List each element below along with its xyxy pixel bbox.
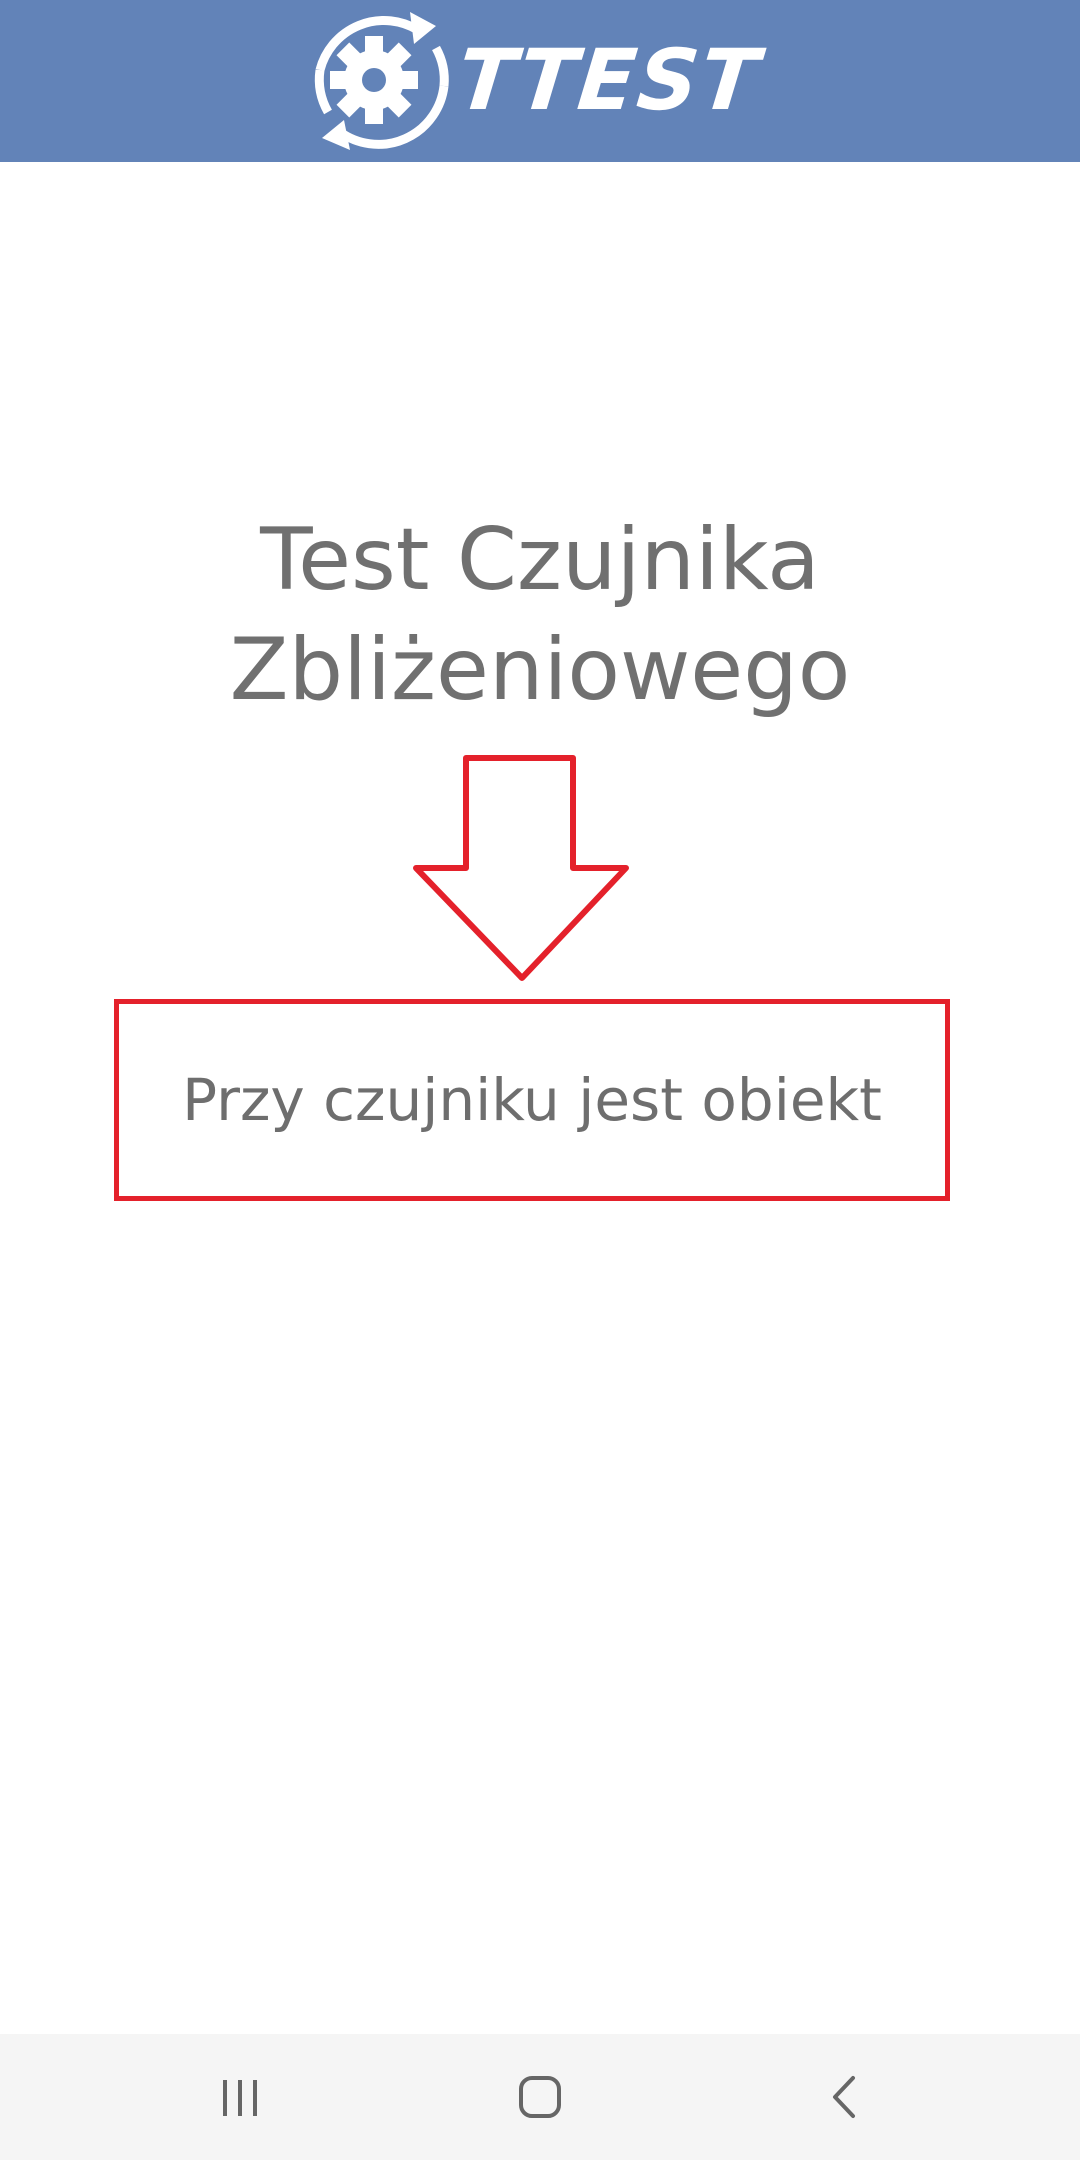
back-button[interactable] xyxy=(766,2034,926,2160)
recents-button[interactable] xyxy=(160,2034,320,2160)
app-logo: TTEST xyxy=(298,0,778,162)
gear-refresh-icon xyxy=(314,12,449,150)
home-icon xyxy=(519,2076,561,2118)
logo-text: TTEST xyxy=(452,31,765,129)
proximity-status-text: Przy czujniku jest obiekt xyxy=(182,1066,882,1134)
back-icon xyxy=(833,2076,855,2118)
page-title: Test Czujnika Zbliżeniowego xyxy=(0,505,1080,725)
app-header: TTEST xyxy=(0,0,1080,162)
system-nav-bar xyxy=(0,2034,1080,2160)
recents-icon xyxy=(223,2080,257,2116)
home-button[interactable] xyxy=(460,2034,620,2160)
proximity-status-box: Przy czujniku jest obiekt xyxy=(114,999,950,1201)
arrow-down-outline-icon xyxy=(413,755,629,981)
page-title-line1: Test Czujnika xyxy=(260,510,820,610)
page-title-line2: Zbliżeniowego xyxy=(229,620,851,720)
